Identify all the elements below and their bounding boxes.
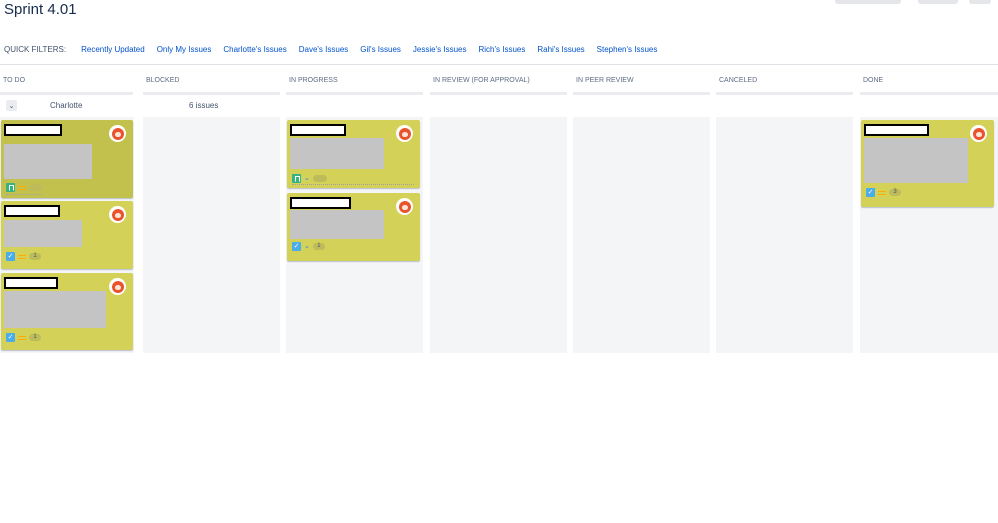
avatar [970, 125, 987, 142]
column-header-to-do: TO DO [0, 75, 133, 95]
swimlane-issue-count: 6 issues [189, 101, 219, 110]
estimate-badge [312, 175, 327, 182]
issue-summary [4, 144, 92, 179]
filter-stephens-issues[interactable]: Stephen's Issues [597, 45, 658, 54]
column-in-progress: ⌄ ✓ ⌄ 1 [286, 117, 423, 353]
page-title: Sprint 4.01 [4, 1, 77, 18]
column-header-in-review: IN REVIEW (FOR APPROVAL) [430, 75, 567, 95]
avatar [109, 206, 126, 223]
issue-card[interactable]: ✓ 3 [861, 120, 994, 207]
column-header-canceled: CANCELED [716, 75, 853, 95]
task-checkbox-icon: ✓ [866, 188, 875, 197]
issue-card[interactable]: ✓ 1 [1, 201, 133, 269]
priority-medium-icon [878, 190, 886, 195]
card-footer [6, 183, 43, 192]
priority-medium-icon [18, 254, 26, 259]
avatar [109, 125, 126, 142]
quick-filters: QUICK FILTERS: Recently Updated Only My … [4, 45, 657, 54]
quick-filters-label: QUICK FILTERS: [4, 45, 67, 54]
column-header-in-peer-review: IN PEER REVIEW [573, 75, 710, 95]
estimate-badge: 3 [889, 189, 901, 196]
chevron-down-icon[interactable]: ⌄ [6, 100, 17, 111]
filter-richs-issues[interactable]: Rich's Issues [478, 45, 525, 54]
issue-summary [4, 291, 106, 328]
issue-summary [4, 220, 82, 247]
filter-gils-issues[interactable]: Gil's Issues [360, 45, 401, 54]
column-header-in-progress: IN PROGRESS [286, 75, 423, 95]
subtask-progress [6, 193, 42, 195]
issue-key [4, 277, 58, 289]
estimate-badge: 1 [29, 253, 41, 260]
swimlane-owner: Charlotte [50, 101, 83, 110]
filter-charlottes-issues[interactable]: Charlotte's Issues [223, 45, 286, 54]
story-icon [6, 183, 15, 192]
issue-key [4, 205, 60, 217]
issue-card[interactable]: ✓ 1 [1, 273, 133, 350]
subtask-progress [292, 183, 414, 185]
issue-key [864, 124, 929, 136]
issue-card[interactable]: ⌄ [287, 120, 420, 188]
filters-divider [0, 64, 998, 65]
header-action-button[interactable] [835, 0, 901, 4]
issue-key [4, 124, 62, 136]
issue-summary [864, 138, 968, 183]
filter-recently-updated[interactable]: Recently Updated [81, 45, 145, 54]
swimlane-header: ⌄ Charlotte 6 issues [0, 98, 998, 116]
card-footer: ✓ 1 [6, 333, 41, 342]
column-to-do: ✓ 1 ✓ 1 [0, 117, 134, 353]
card-footer: ✓ 1 [6, 252, 41, 261]
header-action-button[interactable] [918, 0, 958, 4]
column-in-review [430, 117, 567, 353]
avatar [396, 198, 413, 215]
column-in-peer-review [573, 117, 710, 353]
task-checkbox-icon: ✓ [6, 252, 15, 261]
card-footer: ⌄ [292, 174, 327, 183]
column-done: ✓ 3 [860, 117, 998, 353]
issue-summary [290, 210, 384, 239]
issue-card[interactable]: ✓ ⌄ 1 [287, 193, 420, 261]
filter-only-my-issues[interactable]: Only My Issues [157, 45, 212, 54]
estimate-badge [29, 184, 43, 191]
column-header-blocked: BLOCKED [143, 75, 280, 95]
estimate-badge: 1 [312, 243, 325, 250]
issue-card[interactable] [1, 120, 133, 198]
header-menu-button[interactable] [969, 0, 991, 4]
priority-medium-icon [18, 335, 26, 340]
priority-low-icon: ⌄ [304, 174, 310, 182]
estimate-badge: 1 [29, 334, 41, 341]
column-canceled [716, 117, 853, 353]
task-checkbox-icon: ✓ [292, 242, 301, 251]
card-footer: ✓ ⌄ 1 [292, 242, 325, 251]
column-header-done: DONE [860, 75, 998, 95]
avatar [396, 125, 413, 142]
column-blocked [143, 117, 280, 353]
priority-low-icon: ⌄ [304, 242, 310, 250]
card-footer: ✓ 3 [866, 188, 901, 197]
filter-daves-issues[interactable]: Dave's Issues [299, 45, 349, 54]
task-checkbox-icon: ✓ [6, 333, 15, 342]
filter-jessies-issues[interactable]: Jessie's Issues [413, 45, 467, 54]
story-icon [292, 174, 301, 183]
filter-rahis-issues[interactable]: Rahi's Issues [537, 45, 584, 54]
priority-medium-icon [18, 185, 26, 190]
issue-key [290, 124, 346, 136]
issue-key [290, 197, 351, 209]
avatar [109, 278, 126, 295]
issue-summary [290, 138, 384, 169]
